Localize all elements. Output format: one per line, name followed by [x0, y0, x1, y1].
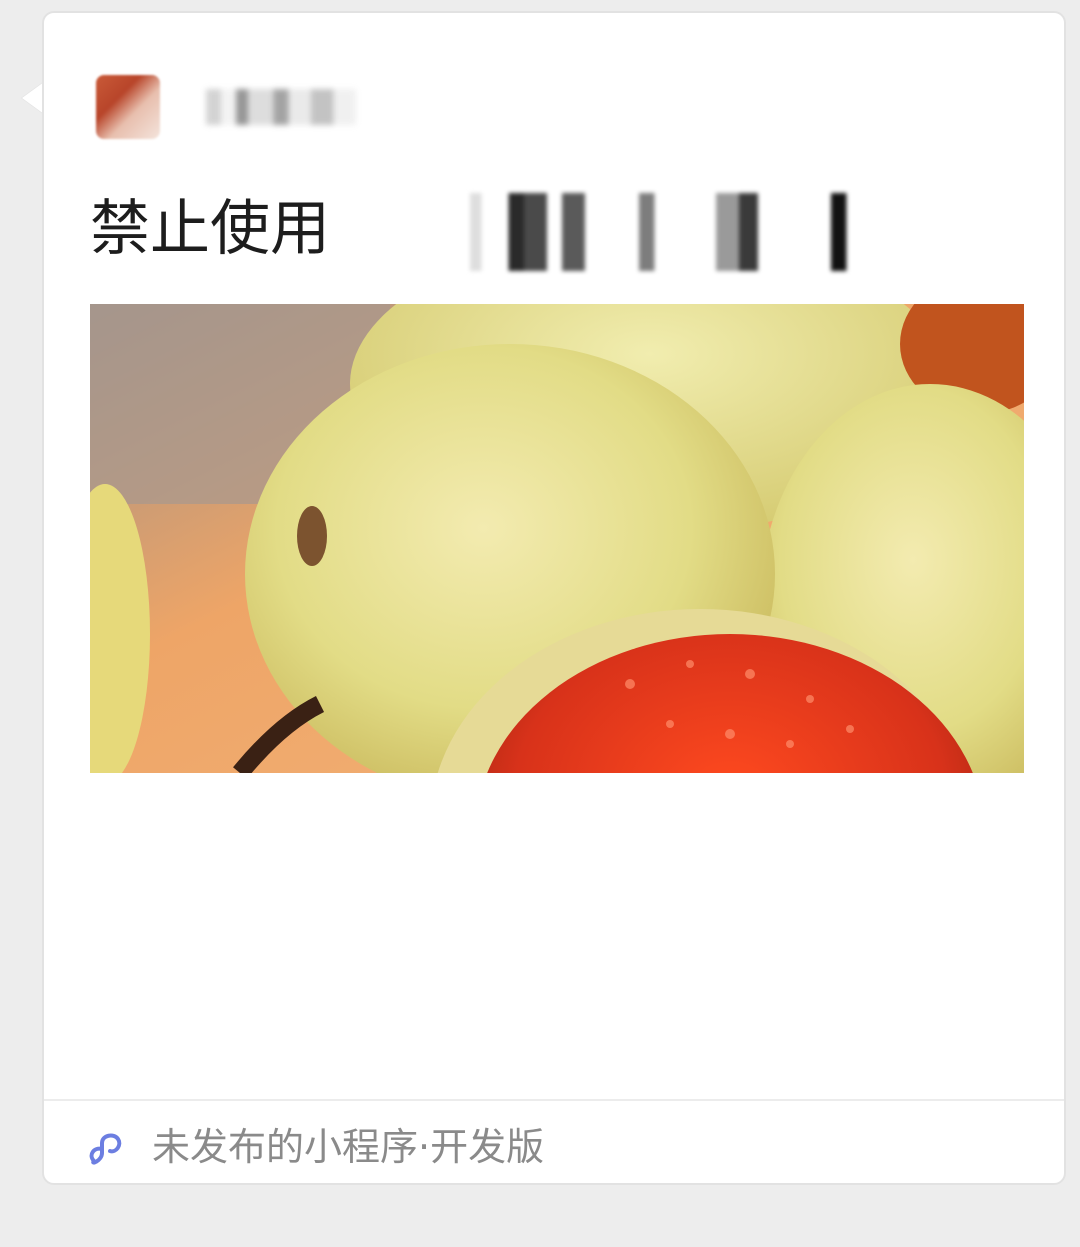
card-header	[96, 75, 996, 145]
card-cover-image[interactable]	[90, 304, 1024, 773]
card-title: 禁止使用	[90, 194, 330, 264]
card-footer[interactable]: 未发布的小程序·开发版	[84, 1117, 984, 1177]
mini-program-link-icon	[89, 1133, 122, 1165]
chat-bubble-tail	[22, 82, 44, 114]
blurred-title-suffix	[470, 193, 854, 271]
mini-program-status-label: 未发布的小程序·开发版	[152, 1125, 545, 1169]
avatar	[96, 75, 160, 139]
blurred-account-name	[206, 89, 356, 125]
card-title-row: 禁止使用	[90, 189, 1030, 279]
footer-divider	[44, 1099, 1064, 1101]
mini-program-share-card[interactable]: 禁止使用 未发布的小程序·开发版	[42, 11, 1066, 1185]
